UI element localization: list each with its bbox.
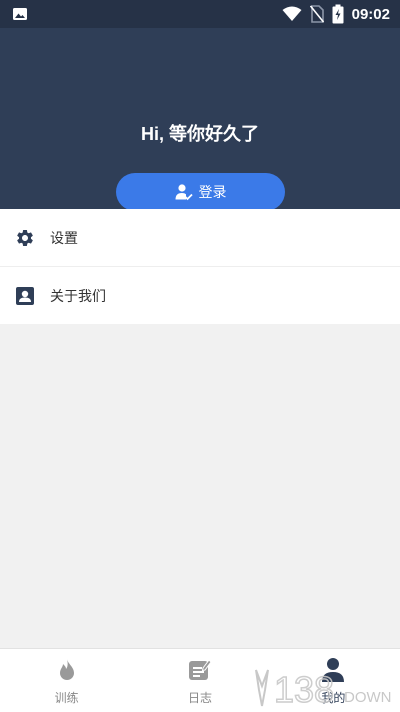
menu-item-about[interactable]: 关于我们	[0, 267, 400, 324]
contact-card-icon	[14, 285, 36, 307]
watermark-logo: 138 DOWN	[255, 668, 392, 708]
nav-label: 训练	[54, 691, 79, 705]
nav-item-training[interactable]: 训练	[0, 649, 133, 712]
menu-item-settings[interactable]: 设置	[0, 209, 400, 267]
note-edit-icon	[187, 657, 213, 683]
menu-item-label: 关于我们	[50, 288, 106, 305]
login-label: 登录	[198, 185, 227, 201]
flame-icon	[54, 657, 80, 683]
gear-icon	[14, 227, 36, 249]
image-icon	[13, 8, 27, 20]
status-bar: 09:02	[0, 0, 400, 28]
nav-item-log[interactable]: 日志	[133, 649, 266, 712]
no-sim-icon	[309, 5, 324, 23]
login-button[interactable]: 登录	[116, 173, 285, 211]
nav-label: 日志	[187, 691, 212, 705]
user-check-icon	[175, 184, 193, 201]
battery-charging-icon	[332, 4, 344, 24]
status-time: 09:02	[351, 5, 390, 23]
watermark-word: DOWN	[344, 689, 392, 706]
wifi-icon	[282, 6, 302, 21]
greeting-text: Hi, 等你好久了	[140, 124, 259, 144]
watermark-number: 138	[274, 669, 334, 708]
menu-list: 设置 关于我们	[0, 209, 400, 324]
menu-item-label: 设置	[50, 230, 78, 247]
status-icons: 09:02	[282, 0, 390, 28]
profile-header: Hi, 等你好久了 登录	[0, 28, 400, 211]
